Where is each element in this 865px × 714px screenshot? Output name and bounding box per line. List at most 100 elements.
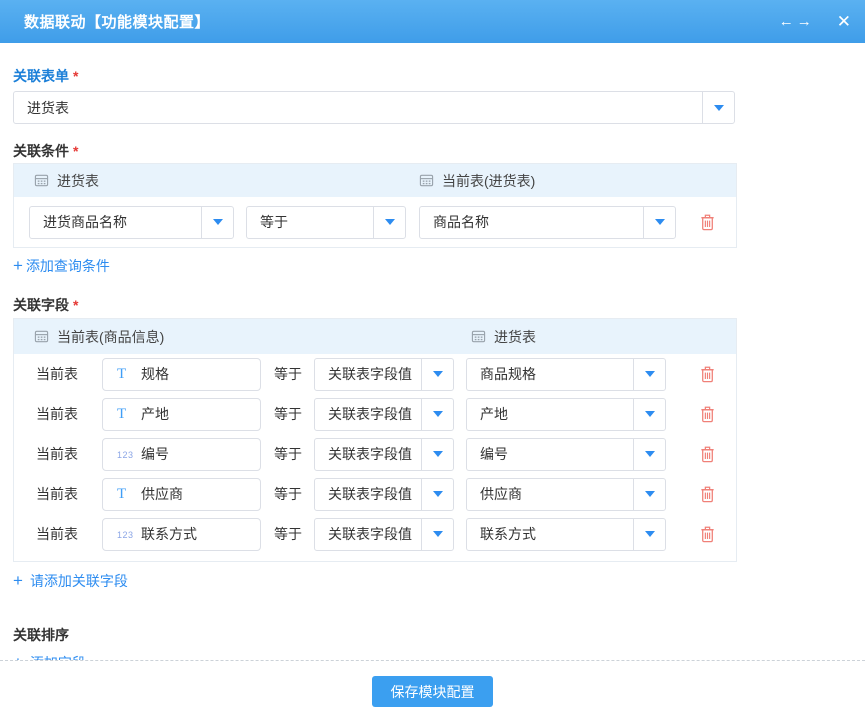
chevron-down-icon[interactable] [421, 399, 453, 430]
target-field-select[interactable]: 商品规格 [466, 358, 666, 391]
condition-field-select[interactable]: 进货商品名称 [29, 206, 234, 239]
delete-condition-icon[interactable] [699, 214, 716, 231]
target-field-select[interactable]: 联系方式 [466, 518, 666, 551]
source-table-header: 进货表 [34, 171, 419, 191]
target-field-select[interactable]: 产地 [466, 398, 666, 431]
chevron-down-icon[interactable] [421, 519, 453, 550]
chevron-down-icon[interactable] [373, 207, 405, 238]
add-condition-link[interactable]: + 添加查询条件 [13, 256, 737, 276]
table-icon [34, 173, 49, 188]
select-value: 关联表字段值 [315, 404, 421, 424]
number-type-icon: 123 [117, 529, 141, 540]
select-value: 编号 [467, 444, 633, 464]
required-mark: * [73, 68, 78, 84]
current-table-label: 当前表 [36, 404, 78, 424]
add-field-link[interactable]: + 请添加关联字段 [13, 571, 737, 591]
value-mode-select[interactable]: 关联表字段值 [314, 358, 454, 391]
field-row: 当前表 T 规格 等于 关联表字段值 商品规格 [14, 354, 736, 394]
select-value: 关联表字段值 [315, 364, 421, 384]
chevron-down-icon[interactable] [421, 479, 453, 510]
field-name: 产地 [141, 404, 169, 424]
value-mode-select[interactable]: 关联表字段值 [314, 518, 454, 551]
delete-field-icon[interactable] [699, 366, 716, 383]
field-section-label: 关联字段* [13, 295, 737, 315]
field-select[interactable]: 123 联系方式 [102, 518, 261, 551]
select-value: 关联表字段值 [315, 444, 421, 464]
delete-field-icon[interactable] [699, 486, 716, 503]
source-table-name: 当前表(商品信息) [57, 327, 164, 347]
text-type-icon: T [117, 486, 141, 503]
dialog-footer: 保存模块配置 [0, 660, 865, 714]
field-name: 联系方式 [141, 524, 197, 544]
close-icon[interactable]: ✕ [837, 12, 851, 32]
chevron-down-icon[interactable] [633, 439, 665, 470]
field-rows: 当前表 T 规格 等于 关联表字段值 商品规格 [14, 354, 736, 561]
source-table-header: 当前表(商品信息) [34, 327, 471, 347]
linked-form-select[interactable]: 进货表 [13, 91, 735, 124]
table-icon [471, 329, 486, 344]
current-table-label: 当前表 [36, 364, 78, 384]
select-value: 供应商 [467, 484, 633, 504]
target-field-select[interactable]: 编号 [466, 438, 666, 471]
chevron-down-icon[interactable] [633, 479, 665, 510]
chevron-down-icon[interactable] [643, 207, 675, 238]
target-field-select[interactable]: 供应商 [466, 478, 666, 511]
select-value: 进货商品名称 [30, 212, 201, 232]
text-type-icon: T [117, 366, 141, 383]
chevron-down-icon[interactable] [201, 207, 233, 238]
chevron-down-icon[interactable] [633, 399, 665, 430]
condition-operator-select[interactable]: 等于 [246, 206, 406, 239]
plus-icon: + [13, 257, 23, 275]
condition-target-select[interactable]: 商品名称 [419, 206, 676, 239]
source-table-name: 进货表 [57, 171, 99, 191]
required-mark: * [73, 143, 78, 159]
value-mode-select[interactable]: 关联表字段值 [314, 438, 454, 471]
condition-panel-header: 进货表 当前表(进货表) [14, 164, 736, 197]
operator-label: 等于 [274, 364, 302, 384]
plus-icon: + [13, 572, 23, 590]
field-row: 当前表 123 联系方式 等于 关联表字段值 联系方式 [14, 514, 736, 554]
delete-field-icon[interactable] [699, 526, 716, 543]
chevron-down-icon[interactable] [421, 439, 453, 470]
chevron-down-icon[interactable] [633, 359, 665, 390]
current-table-label: 当前表 [36, 484, 78, 504]
field-name: 编号 [141, 444, 169, 464]
chevron-down-icon[interactable] [702, 92, 734, 123]
delete-field-icon[interactable] [699, 446, 716, 463]
delete-field-icon[interactable] [699, 406, 716, 423]
value-mode-select[interactable]: 关联表字段值 [314, 398, 454, 431]
field-row: 当前表 T 产地 等于 关联表字段值 产地 [14, 394, 736, 434]
current-table-label: 当前表 [36, 444, 78, 464]
required-mark: * [73, 297, 78, 313]
current-table-label: 当前表 [36, 524, 78, 544]
field-select[interactable]: 123 编号 [102, 438, 261, 471]
operator-label: 等于 [274, 444, 302, 464]
value-mode-select[interactable]: 关联表字段值 [314, 478, 454, 511]
operator-label: 等于 [274, 524, 302, 544]
sort-section-label: 关联排序 [13, 625, 737, 645]
field-select[interactable]: T 规格 [102, 358, 261, 391]
chevron-down-icon[interactable] [421, 359, 453, 390]
field-row: 当前表 T 供应商 等于 关联表字段值 供应商 [14, 474, 736, 514]
target-table-name: 当前表(进货表) [442, 171, 535, 191]
condition-section-label: 关联条件* [13, 141, 737, 161]
target-table-header: 进货表 [471, 327, 536, 347]
target-table-name: 进货表 [494, 327, 536, 347]
field-name: 供应商 [141, 484, 183, 504]
table-icon [34, 329, 49, 344]
chevron-down-icon[interactable] [633, 519, 665, 550]
select-value: 关联表字段值 [315, 484, 421, 504]
field-row: 当前表 123 编号 等于 关联表字段值 编号 [14, 434, 736, 474]
target-table-header: 当前表(进货表) [419, 171, 535, 191]
field-name: 规格 [141, 364, 169, 384]
resize-width-icon[interactable]: ←→ [779, 13, 815, 30]
save-module-config-button[interactable]: 保存模块配置 [372, 676, 493, 707]
select-value: 关联表字段值 [315, 524, 421, 544]
dialog-titlebar: 数据联动【功能模块配置】 ←→ ✕ [0, 0, 865, 43]
field-select[interactable]: T 供应商 [102, 478, 261, 511]
linked-form-label: 关联表单* [13, 66, 737, 86]
field-select[interactable]: T 产地 [102, 398, 261, 431]
select-value: 商品规格 [467, 364, 633, 384]
dialog-title: 数据联动【功能模块配置】 [24, 11, 779, 32]
condition-row: 进货商品名称 等于 商品名称 [14, 197, 736, 247]
